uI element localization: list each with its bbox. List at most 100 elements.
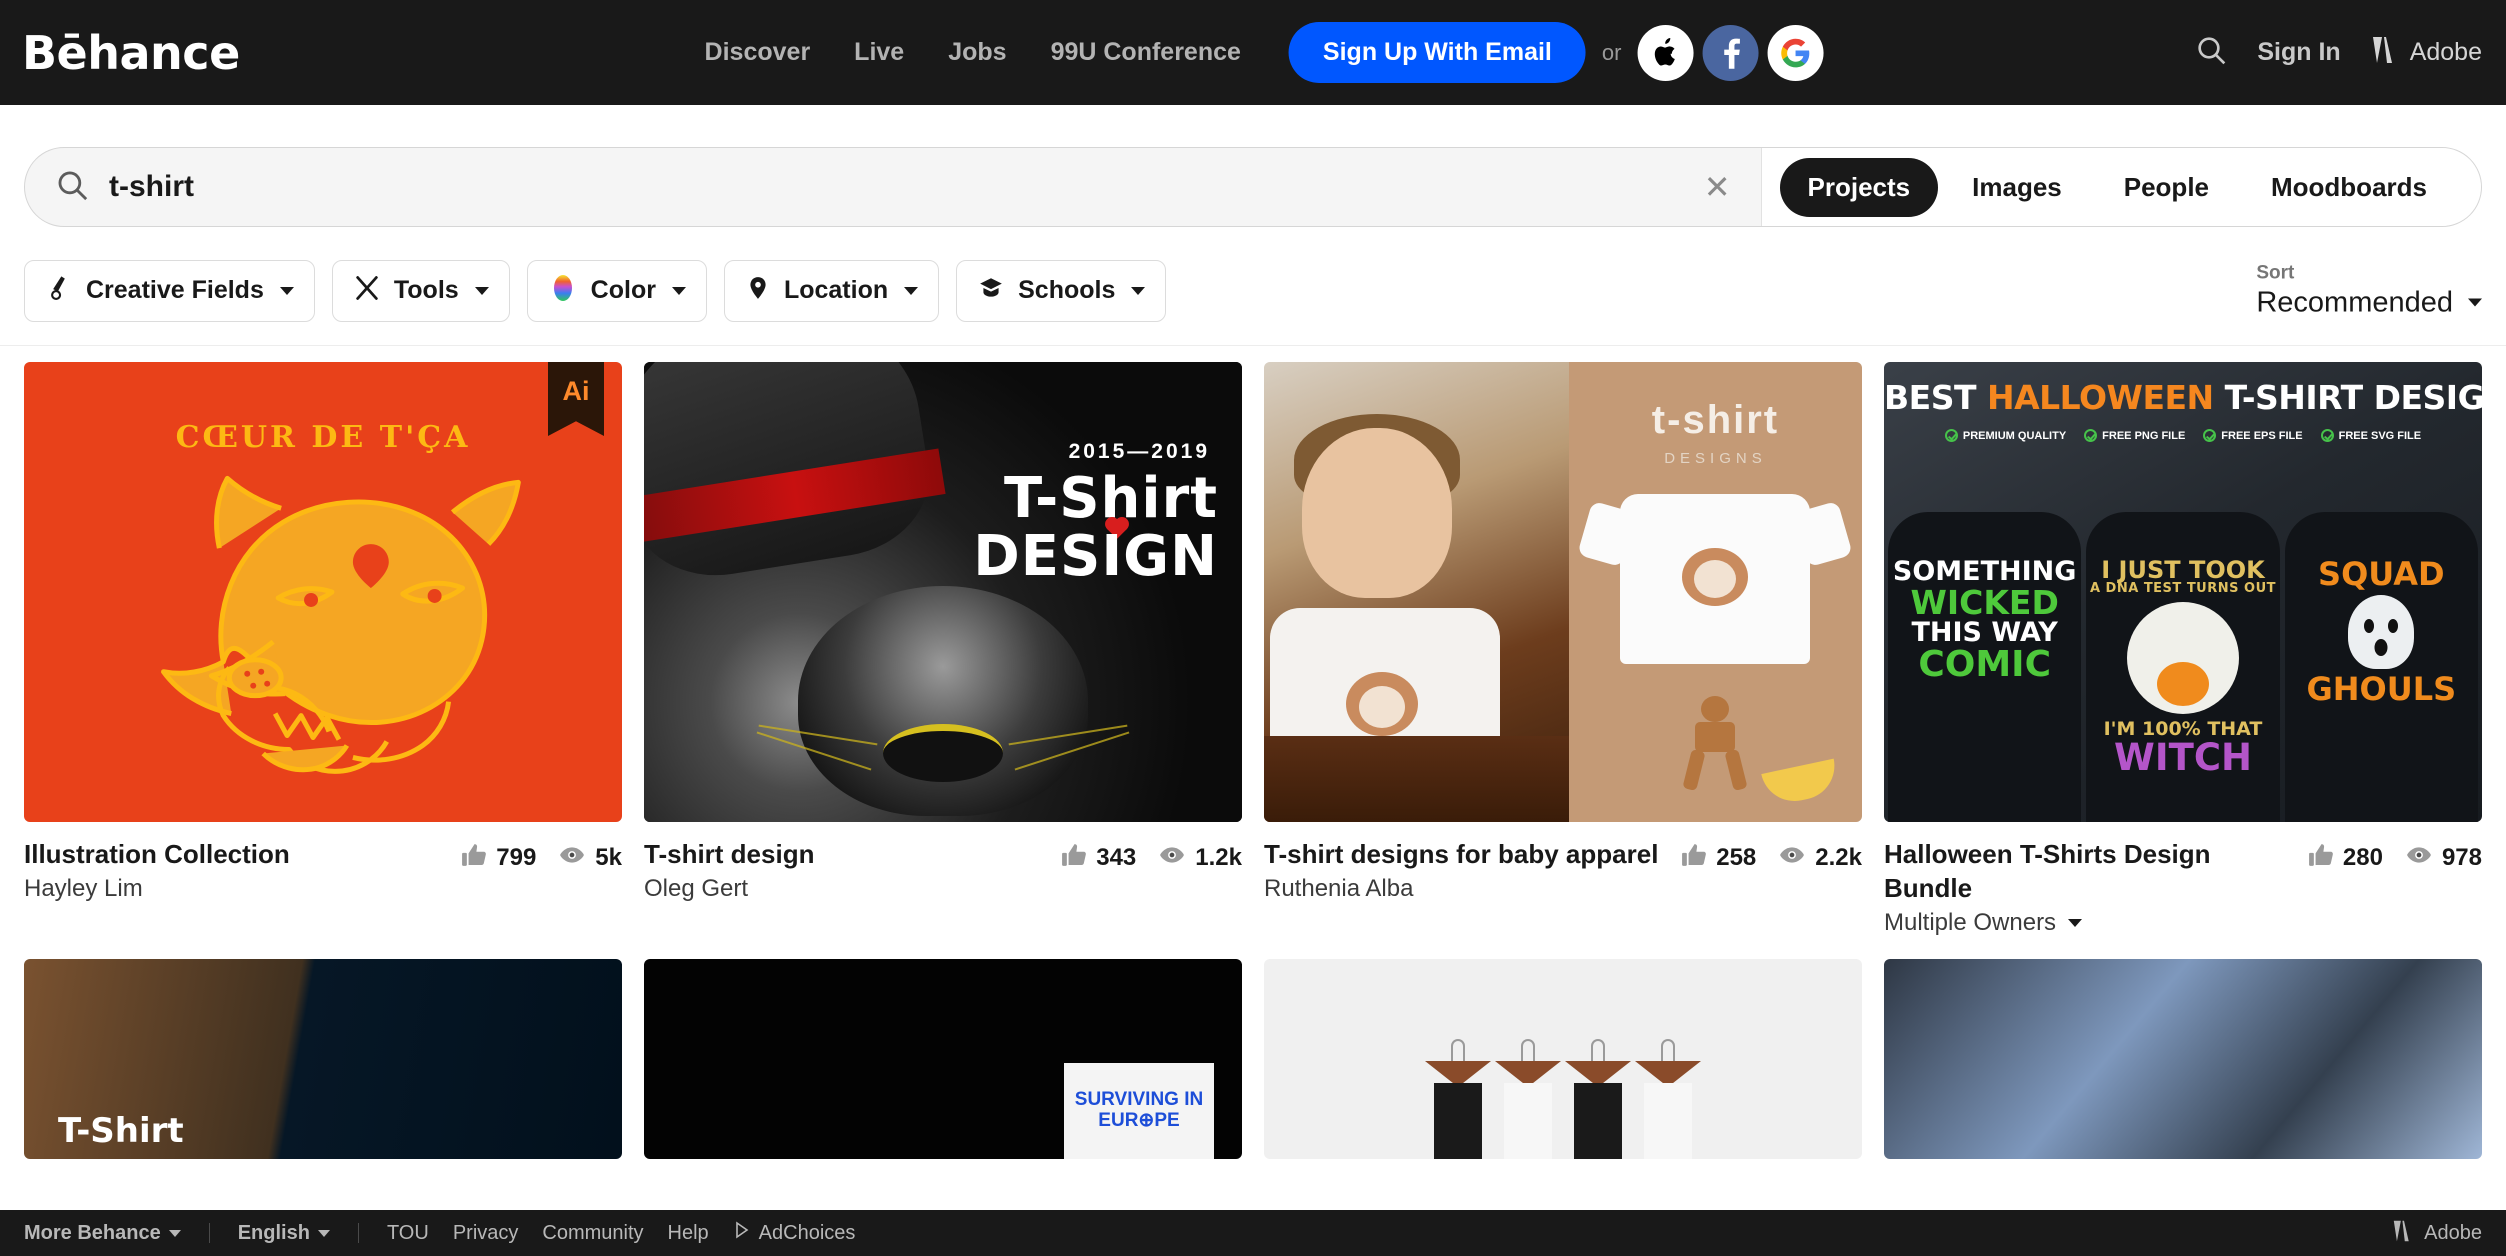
project-thumbnail[interactable] [1884,958,2482,1159]
project-title[interactable]: Illustration Collection [24,838,449,872]
filter-label: Tools [393,276,459,304]
nav-link-discover[interactable]: Discover [683,38,833,67]
footer-link-tou[interactable]: TOU [387,1222,429,1245]
feature-badge: PREMIUM QUALITY [1944,429,2066,442]
tab-moodboards[interactable]: Moodboards [2243,158,2455,217]
artwork-baby-apparel: t-shirt DESIGNS [1264,362,1862,822]
footer-language-selector[interactable]: English [238,1222,330,1245]
chevron-down-icon[interactable] [2068,918,2083,927]
chevron-down-icon [168,1229,181,1237]
hanger-hook [1451,1038,1465,1063]
filter-color[interactable]: Color [526,259,707,322]
project-owner[interactable]: Multiple Owners [1884,909,2296,937]
project-stats: 280 978 [2308,838,2482,873]
project-card: CŒUR DE T'ÇA Ai Illustration Collection … [24,362,622,937]
project-meta-text: T-shirt design Oleg Gert [644,838,1049,903]
project-meta: Illustration Collection Hayley Lim 799 5… [24,822,622,903]
project-thumbnail[interactable]: CŒUR DE T'ÇA Ai [24,362,622,822]
artwork-year-range: 2015—2019 [1068,440,1210,463]
child-face-shape [1302,428,1452,598]
owner-name: Oleg Gert [644,874,749,902]
footer-more-behance[interactable]: More Behance [24,1222,181,1245]
views-stat: 1.2k [1158,842,1242,873]
tab-images[interactable]: Images [1944,158,2090,217]
search-type-tabs: Projects Images People Moodboards [1760,148,2481,226]
eye-icon [1158,842,1186,873]
views-stat: 5k [558,842,622,873]
garment [1504,1082,1552,1159]
footer-divider [208,1223,210,1243]
project-card: BEST HALLOWEEN T-SHIRT DESIGN PREMIUM QU… [1884,362,2482,937]
owner-name: Hayley Lim [24,874,143,902]
project-owner[interactable]: Hayley Lim [24,875,449,903]
project-thumbnail[interactable]: SURVIVING IN EUR⊕PE [644,958,1242,1159]
footer-adobe-brand[interactable]: Adobe [2392,1220,2482,1247]
search-icon[interactable] [2195,34,2227,71]
whisker [758,724,878,746]
tab-projects[interactable]: Projects [1779,157,1939,217]
project-title[interactable]: Halloween T-Shirts Design Bundle [1884,838,2296,906]
hanger-hook [1591,1038,1605,1063]
sort-label: Sort [2256,262,2295,283]
clear-search-icon[interactable]: ✕ [1674,168,1761,206]
footer-link-privacy[interactable]: Privacy [453,1222,519,1245]
title-part-a: BEST [1884,378,1987,417]
thumbs-up-icon [2308,842,2334,873]
project-owner[interactable]: Oleg Gert [644,875,1049,903]
adobe-brand-link[interactable]: Adobe [2371,36,2482,69]
project-meta: Halloween T-Shirts Design Bundle Multipl… [1884,822,2482,937]
artwork-illustration-collection: CŒUR DE T'ÇA [24,362,622,822]
project-thumbnail[interactable]: t-shirt DESIGNS [1264,362,1862,822]
footer-adchoices[interactable]: AdChoices [733,1221,856,1245]
filter-creative-fields[interactable]: Creative Fields [24,259,315,322]
footer-link-community[interactable]: Community [542,1222,643,1245]
google-signin-icon[interactable] [1767,24,1824,81]
behance-logo[interactable]: Bēhance [22,26,240,80]
eye-icon [2405,842,2433,873]
adobe-logo-icon [2371,36,2401,69]
nav-link-live[interactable]: Live [832,38,926,67]
project-thumbnail[interactable] [1264,958,1862,1159]
project-stats: 258 2.2k [1681,838,1862,873]
sign-up-with-email-button[interactable]: Sign Up With Email [1288,22,1586,83]
adchoices-label: AdChoices [758,1221,856,1244]
whisker [756,731,872,771]
sort-value-dropdown[interactable]: Recommended [2256,286,2482,319]
halloween-header: BEST HALLOWEEN T-SHIRT DESIGN PREMIUM QU… [1884,378,2482,442]
project-owner[interactable]: Ruthenia Alba [1264,875,1669,903]
search-icon [55,168,89,207]
ghost-eye [2388,618,2399,633]
chevron-down-icon [1131,286,1146,295]
apple-signin-icon[interactable] [1637,24,1694,81]
filter-schools[interactable]: Schools [956,259,1167,322]
wolf-head-illustration [161,475,521,774]
sign-in-link[interactable]: Sign In [2257,38,2340,67]
filter-tools[interactable]: Tools [331,259,510,322]
project-thumbnail[interactable]: BEST HALLOWEEN T-SHIRT DESIGN PREMIUM QU… [1884,362,2482,822]
filter-label: Color [590,276,656,304]
garment [1644,1082,1692,1159]
project-title[interactable]: T-shirt design [644,838,1049,872]
nav-link-jobs[interactable]: Jobs [926,38,1028,67]
shirt-line: SOMETHING [1892,556,2077,587]
shirt-line: A DNA TEST TURNS OUT [2089,581,2276,597]
artwork-sign-text: SURVIVING IN EUR⊕PE [1064,1062,1214,1159]
pumpkin-graphic [2156,661,2209,706]
filter-location[interactable]: Location [723,259,940,322]
search-field-wrapper [25,148,1674,226]
project-thumbnail[interactable]: T-Shirt [24,958,622,1159]
badge-label: Ai [562,376,590,406]
filter-label: Schools [1018,276,1116,304]
nav-link-99u-conference[interactable]: 99U Conference [1029,38,1263,67]
pen-nib-icon [45,274,73,307]
project-title[interactable]: T-shirt designs for baby apparel [1264,838,1669,872]
facebook-signin-icon[interactable] [1702,24,1759,81]
tools-icon [353,274,381,307]
footer-link-help[interactable]: Help [668,1222,709,1245]
search-input[interactable] [109,148,1674,226]
tab-people[interactable]: People [2096,158,2237,217]
artwork-headline-line2: DESIGN [973,524,1218,589]
project-thumbnail[interactable]: 2015—2019 T-Shirt DESIGN [644,362,1242,822]
shirt-line: THIS WAY [1911,617,2058,649]
banana-shape [1761,758,1841,808]
